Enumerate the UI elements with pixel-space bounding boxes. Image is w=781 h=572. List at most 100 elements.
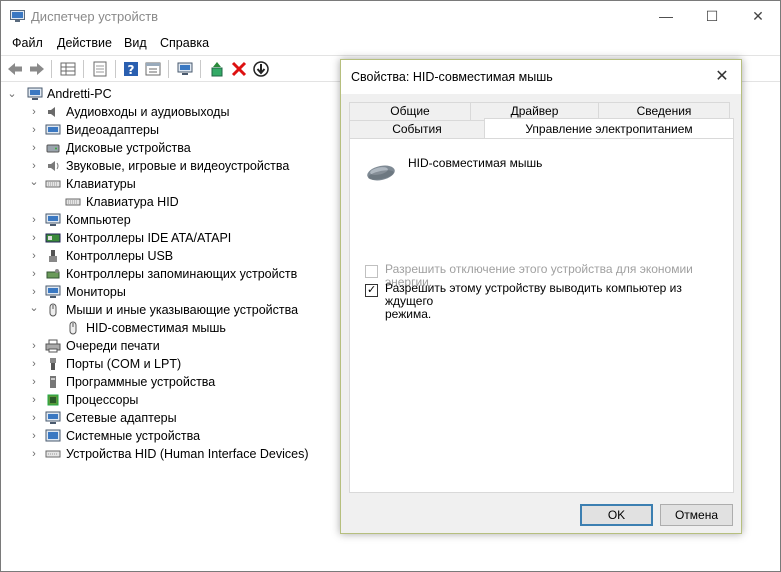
tree-category-item[interactable]: ⌄ Клавиатуры bbox=[1, 175, 331, 193]
network-icon bbox=[45, 411, 61, 424]
forward-arrow-icon[interactable] bbox=[28, 60, 46, 78]
tree-root[interactable]: ⌄ Andretti-PC bbox=[1, 85, 331, 103]
tree-category-item[interactable]: › Системные устройства bbox=[1, 427, 331, 445]
tree-child-item[interactable]: HID-совместимая мышь bbox=[1, 319, 331, 337]
chevron-right-icon[interactable]: › bbox=[29, 430, 39, 442]
usb-icon bbox=[49, 250, 57, 262]
tree-item-label: Звуковые, игровые и видеоустройства bbox=[66, 159, 290, 173]
mouse-icon bbox=[367, 165, 395, 181]
chevron-down-icon[interactable]: ⌄ bbox=[29, 176, 39, 188]
uninstall-x-icon[interactable] bbox=[230, 60, 248, 78]
cpu-icon bbox=[47, 394, 59, 406]
chevron-right-icon[interactable]: › bbox=[29, 340, 39, 352]
tree-category-item[interactable]: › Видеоадаптеры bbox=[1, 121, 331, 139]
menu-help[interactable]: Справка bbox=[160, 36, 209, 50]
monitor-icon bbox=[45, 285, 61, 298]
tree-category-item[interactable]: › Звуковые, игровые и видеоустройства bbox=[1, 157, 331, 175]
minimize-button[interactable]: — bbox=[643, 1, 689, 32]
tree-category-item[interactable]: › Процессоры bbox=[1, 391, 331, 409]
chevron-down-icon[interactable]: ⌄ bbox=[29, 302, 39, 314]
chevron-right-icon[interactable]: › bbox=[29, 412, 39, 424]
download-arrow-icon[interactable] bbox=[252, 60, 270, 78]
chevron-right-icon[interactable]: › bbox=[29, 376, 39, 388]
help-icon[interactable]: ? bbox=[122, 60, 140, 78]
chevron-right-icon[interactable]: › bbox=[29, 448, 39, 460]
tab-power-management[interactable]: Управление электропитанием bbox=[484, 118, 734, 138]
chevron-right-icon[interactable]: › bbox=[29, 394, 39, 406]
tree-category-item[interactable]: › Очереди печати bbox=[1, 337, 331, 355]
window-title: Диспетчер устройств bbox=[31, 9, 159, 24]
hid-icon bbox=[45, 450, 61, 458]
menubar: Файл Действие Вид Справка bbox=[1, 32, 780, 54]
properties-dialog: Свойства: HID-совместимая мышь ✕ Общие Д… bbox=[340, 59, 742, 534]
svg-text:?: ? bbox=[128, 63, 135, 77]
details-view-icon[interactable] bbox=[144, 60, 162, 78]
update-driver-icon[interactable] bbox=[208, 60, 226, 78]
allow-wake-checkbox-row[interactable]: ✓ Разрешить этому устройству выводить ко… bbox=[365, 282, 725, 321]
tree-category-item[interactable]: › Программные устройства bbox=[1, 373, 331, 391]
tree-child-item[interactable]: Клавиатура HID bbox=[1, 193, 331, 211]
tree-category-item[interactable]: › Аудиовходы и аудиовыходы bbox=[1, 103, 331, 121]
dialog-close-button[interactable]: ✕ bbox=[711, 66, 733, 88]
tree-category-item[interactable]: › Мониторы bbox=[1, 283, 331, 301]
device-name: HID-совместимая мышь bbox=[408, 156, 543, 170]
properties-grid-icon[interactable] bbox=[59, 60, 77, 78]
chevron-right-icon[interactable]: › bbox=[29, 286, 39, 298]
tree-category-item[interactable]: ⌄ Мыши и иные указывающие устройства bbox=[1, 301, 331, 319]
tree-category-item[interactable]: › Дисковые устройства bbox=[1, 139, 331, 157]
tree-category-item[interactable]: › Устройства HID (Human Interface Devices… bbox=[1, 445, 331, 463]
port-icon bbox=[50, 358, 56, 370]
toolbar-separator bbox=[83, 60, 84, 78]
menu-view[interactable]: Вид bbox=[124, 36, 147, 50]
titlebar: Диспетчер устройств — ☐ ✕ bbox=[1, 1, 780, 32]
chevron-right-icon[interactable]: › bbox=[29, 358, 39, 370]
toolbar-separator bbox=[115, 60, 116, 78]
chevron-right-icon[interactable]: › bbox=[29, 106, 39, 118]
tree-category-item[interactable]: › Контроллеры USB bbox=[1, 247, 331, 265]
toolbar-separator bbox=[200, 60, 201, 78]
tree-category-item[interactable]: › Контроллеры IDE ATA/ATAPI bbox=[1, 229, 331, 247]
document-icon[interactable] bbox=[91, 60, 109, 78]
chevron-right-icon[interactable]: › bbox=[29, 142, 39, 154]
tree-item-label: HID-совместимая мышь bbox=[86, 321, 226, 335]
chevron-right-icon[interactable]: › bbox=[29, 268, 39, 280]
dialog-titlebar: Свойства: HID-совместимая мышь ✕ bbox=[341, 60, 741, 94]
scan-hardware-icon[interactable] bbox=[176, 60, 194, 78]
chevron-right-icon[interactable]: › bbox=[29, 214, 39, 226]
maximize-button[interactable]: ☐ bbox=[689, 1, 735, 32]
menu-file[interactable]: Файл bbox=[12, 36, 43, 50]
close-button[interactable]: ✕ bbox=[735, 1, 781, 32]
tree-item-label: Компьютер bbox=[66, 213, 131, 227]
allow-wake-checkbox[interactable]: ✓ bbox=[365, 284, 378, 297]
tree-item-label: Порты (COM и LPT) bbox=[66, 357, 182, 371]
tab-general[interactable]: Общие bbox=[349, 102, 471, 120]
menu-action[interactable]: Действие bbox=[57, 36, 112, 50]
tree-root-label: Andretti-PC bbox=[47, 87, 112, 101]
chevron-right-icon[interactable]: › bbox=[29, 232, 39, 244]
chevron-down-icon[interactable]: ⌄ bbox=[7, 88, 17, 100]
ok-button[interactable]: OK bbox=[580, 504, 653, 526]
allow-wake-label: Разрешить этому устройству выводить комп… bbox=[385, 282, 725, 321]
storage-icon bbox=[46, 269, 60, 279]
chevron-right-icon[interactable]: › bbox=[29, 250, 39, 262]
tree-item-label: Дисковые устройства bbox=[66, 141, 191, 155]
chevron-right-icon[interactable]: › bbox=[29, 124, 39, 136]
audio-icon bbox=[48, 107, 55, 117]
tree-item-label: Процессоры bbox=[66, 393, 139, 407]
tree-category-item[interactable]: › Сетевые адаптеры bbox=[1, 409, 331, 427]
tree-item-label: Клавиатура HID bbox=[86, 195, 179, 209]
disk-icon bbox=[46, 144, 60, 153]
tree-item-label: Мыши и иные указывающие устройства bbox=[66, 303, 299, 317]
tree-category-item[interactable]: › Контроллеры запоминающих устройств bbox=[1, 265, 331, 283]
chevron-right-icon[interactable]: › bbox=[29, 160, 39, 172]
back-arrow-icon[interactable] bbox=[6, 60, 24, 78]
tree-category-item[interactable]: › Компьютер bbox=[1, 211, 331, 229]
tree-category-item[interactable]: › Порты (COM и LPT) bbox=[1, 355, 331, 373]
keyboard-icon bbox=[65, 198, 81, 206]
tree-item-label: Сетевые адаптеры bbox=[66, 411, 177, 425]
tree-item-label: Программные устройства bbox=[66, 375, 216, 389]
tab-events[interactable]: События bbox=[349, 120, 485, 138]
sound-icon bbox=[48, 161, 59, 171]
cancel-button[interactable]: Отмена bbox=[660, 504, 733, 526]
toolbar-separator bbox=[51, 60, 52, 78]
